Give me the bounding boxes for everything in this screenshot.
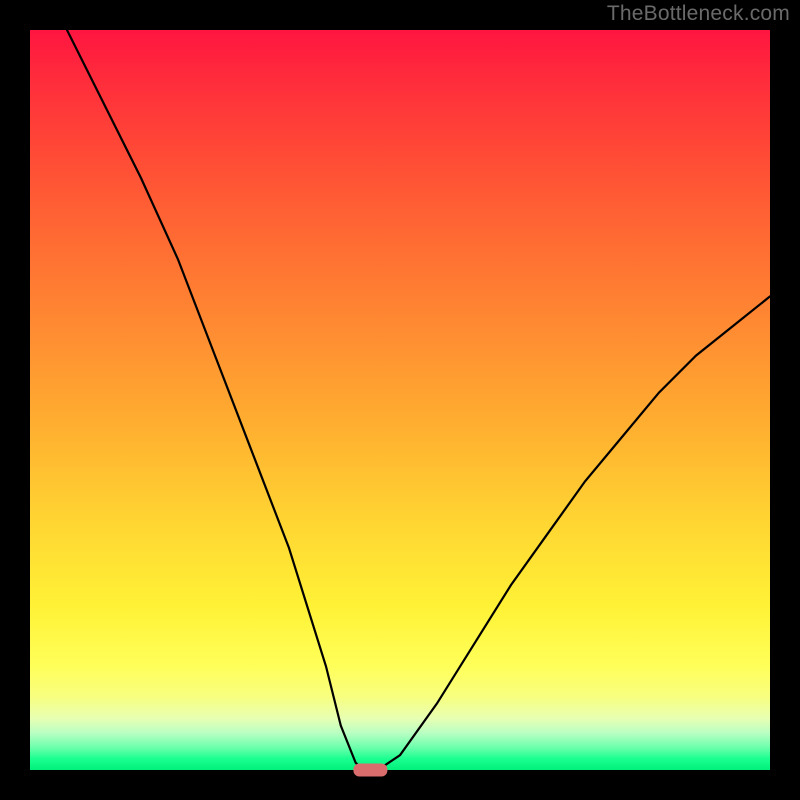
bottleneck-curve bbox=[67, 30, 770, 770]
chart-svg bbox=[30, 30, 770, 770]
optimal-marker bbox=[353, 764, 387, 777]
chart-plot-area bbox=[30, 30, 770, 770]
watermark-text: TheBottleneck.com bbox=[607, 2, 790, 26]
chart-stage: TheBottleneck.com bbox=[0, 0, 800, 800]
